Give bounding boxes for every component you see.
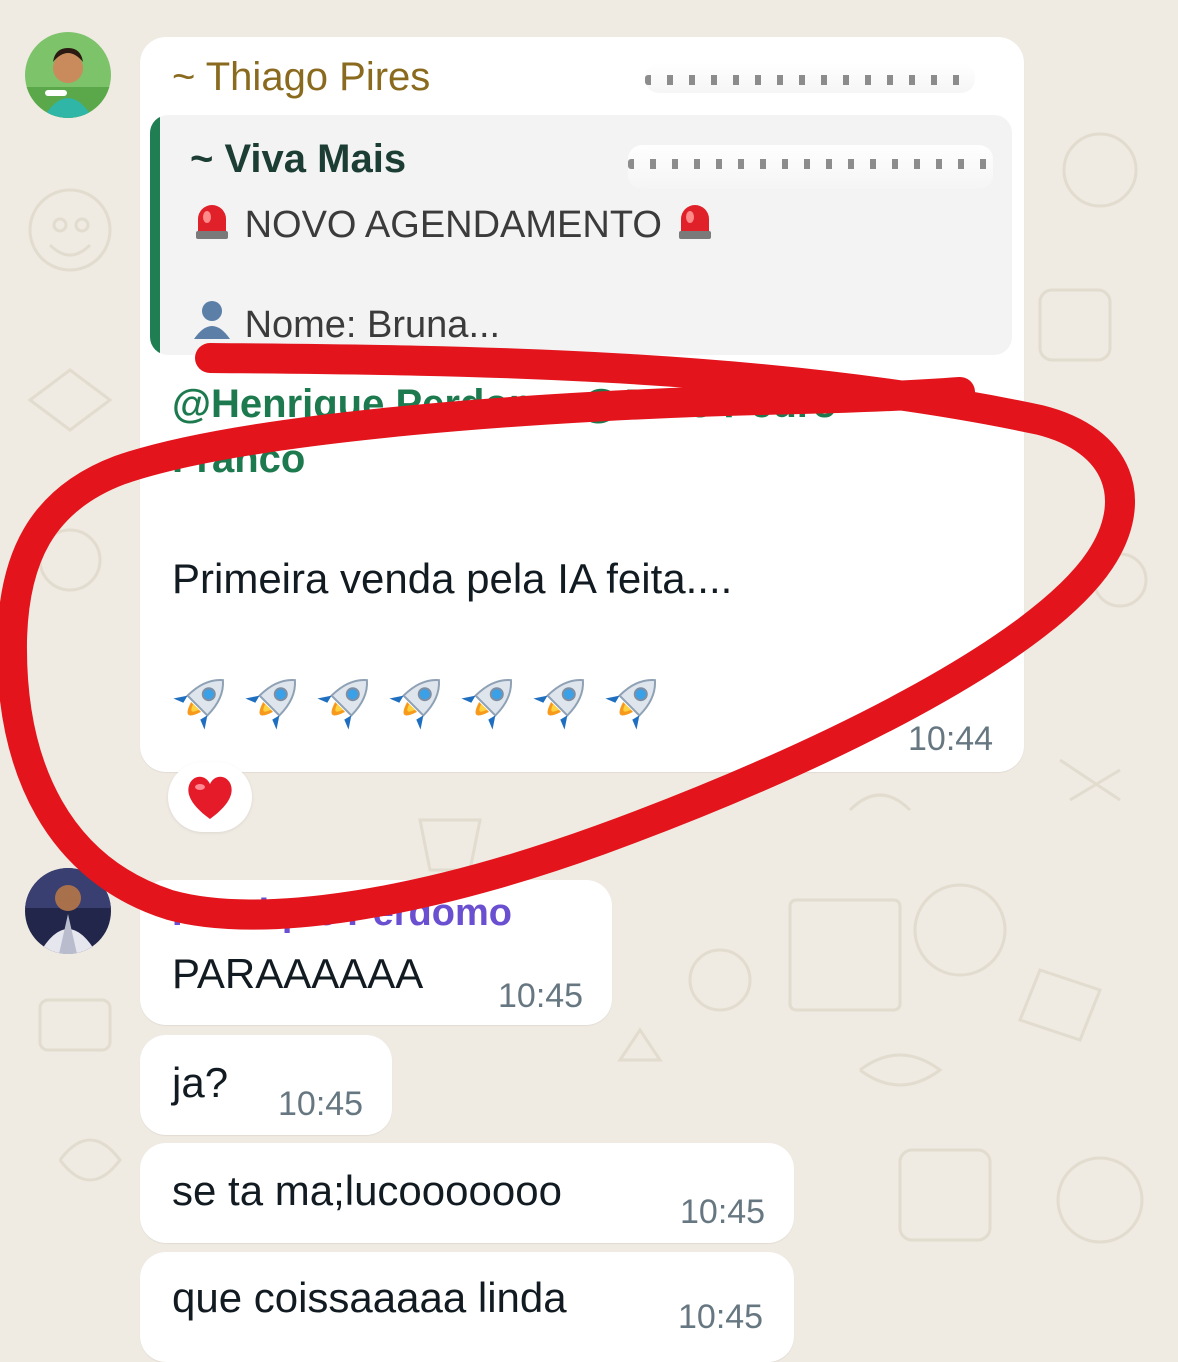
rocket-icon (389, 679, 440, 730)
rocket-icon (605, 679, 656, 730)
message-text: ja? (172, 1059, 229, 1106)
quote-line-2: Nome: Bruna... (190, 297, 500, 347)
reaction-heart[interactable] (168, 762, 252, 832)
message-bubble-ja[interactable]: ja? 10:45 (140, 1035, 392, 1135)
message-bubble-thiago[interactable]: ~ Thiago Pires ~ Viva Mais NOVO AGENDAME… (140, 37, 1024, 772)
message-text: se ta ma;lucooooooo (172, 1167, 562, 1214)
quote-line-1-text: NOVO AGENDAMENTO (244, 204, 662, 246)
avatar-thiago[interactable] (25, 32, 111, 118)
message-bubble-maluco[interactable]: se ta ma;lucooooooo 10:45 (140, 1143, 794, 1243)
message-time: 10:45 (498, 977, 584, 1015)
rocket-icon (461, 679, 512, 730)
quote-bar (150, 115, 160, 355)
message-text: PARAAAAAA (172, 950, 424, 997)
quote-line-2-text: Nome: Bruna... (244, 304, 501, 346)
mention-line-2[interactable]: Franco (172, 437, 305, 482)
redacted-phone-quote (628, 145, 993, 189)
rocket-emoji-row (170, 669, 664, 735)
message-time: 10:44 (908, 720, 994, 758)
siren-icon (678, 205, 711, 239)
sender-name[interactable]: Henrique Perdomo (172, 892, 512, 935)
message-time: 10:45 (678, 1298, 764, 1336)
mention-line-1[interactable]: @Henrique Perdomo @João Pedro (172, 382, 837, 427)
rocket-icon (173, 679, 224, 730)
quoted-message[interactable]: ~ Viva Mais NOVO AGENDAMENTO Nome: Bruna… (150, 115, 1012, 355)
message-bubble-henrique[interactable]: Henrique Perdomo PARAAAAAA 10:45 (140, 880, 612, 1025)
message-time: 10:45 (680, 1193, 766, 1231)
message-time: 10:45 (278, 1085, 364, 1123)
redacted-phone (645, 63, 975, 93)
heart-icon (188, 776, 232, 819)
user-icon (194, 301, 230, 339)
avatar-henrique[interactable] (25, 868, 111, 954)
rocket-icon (533, 679, 584, 730)
message-text: Primeira venda pela IA feita.... (172, 555, 733, 602)
quote-line-1: NOVO AGENDAMENTO (190, 197, 717, 247)
message-bubble-linda[interactable]: que coissaaaaa linda 10:45 (140, 1252, 794, 1362)
siren-icon (196, 205, 228, 239)
rocket-icon (317, 679, 368, 730)
rocket-icon (245, 679, 296, 730)
sender-name[interactable]: ~ Thiago Pires (172, 55, 430, 100)
message-text: que coissaaaaa linda (172, 1274, 567, 1321)
quote-sender: ~ Viva Mais (190, 137, 407, 181)
